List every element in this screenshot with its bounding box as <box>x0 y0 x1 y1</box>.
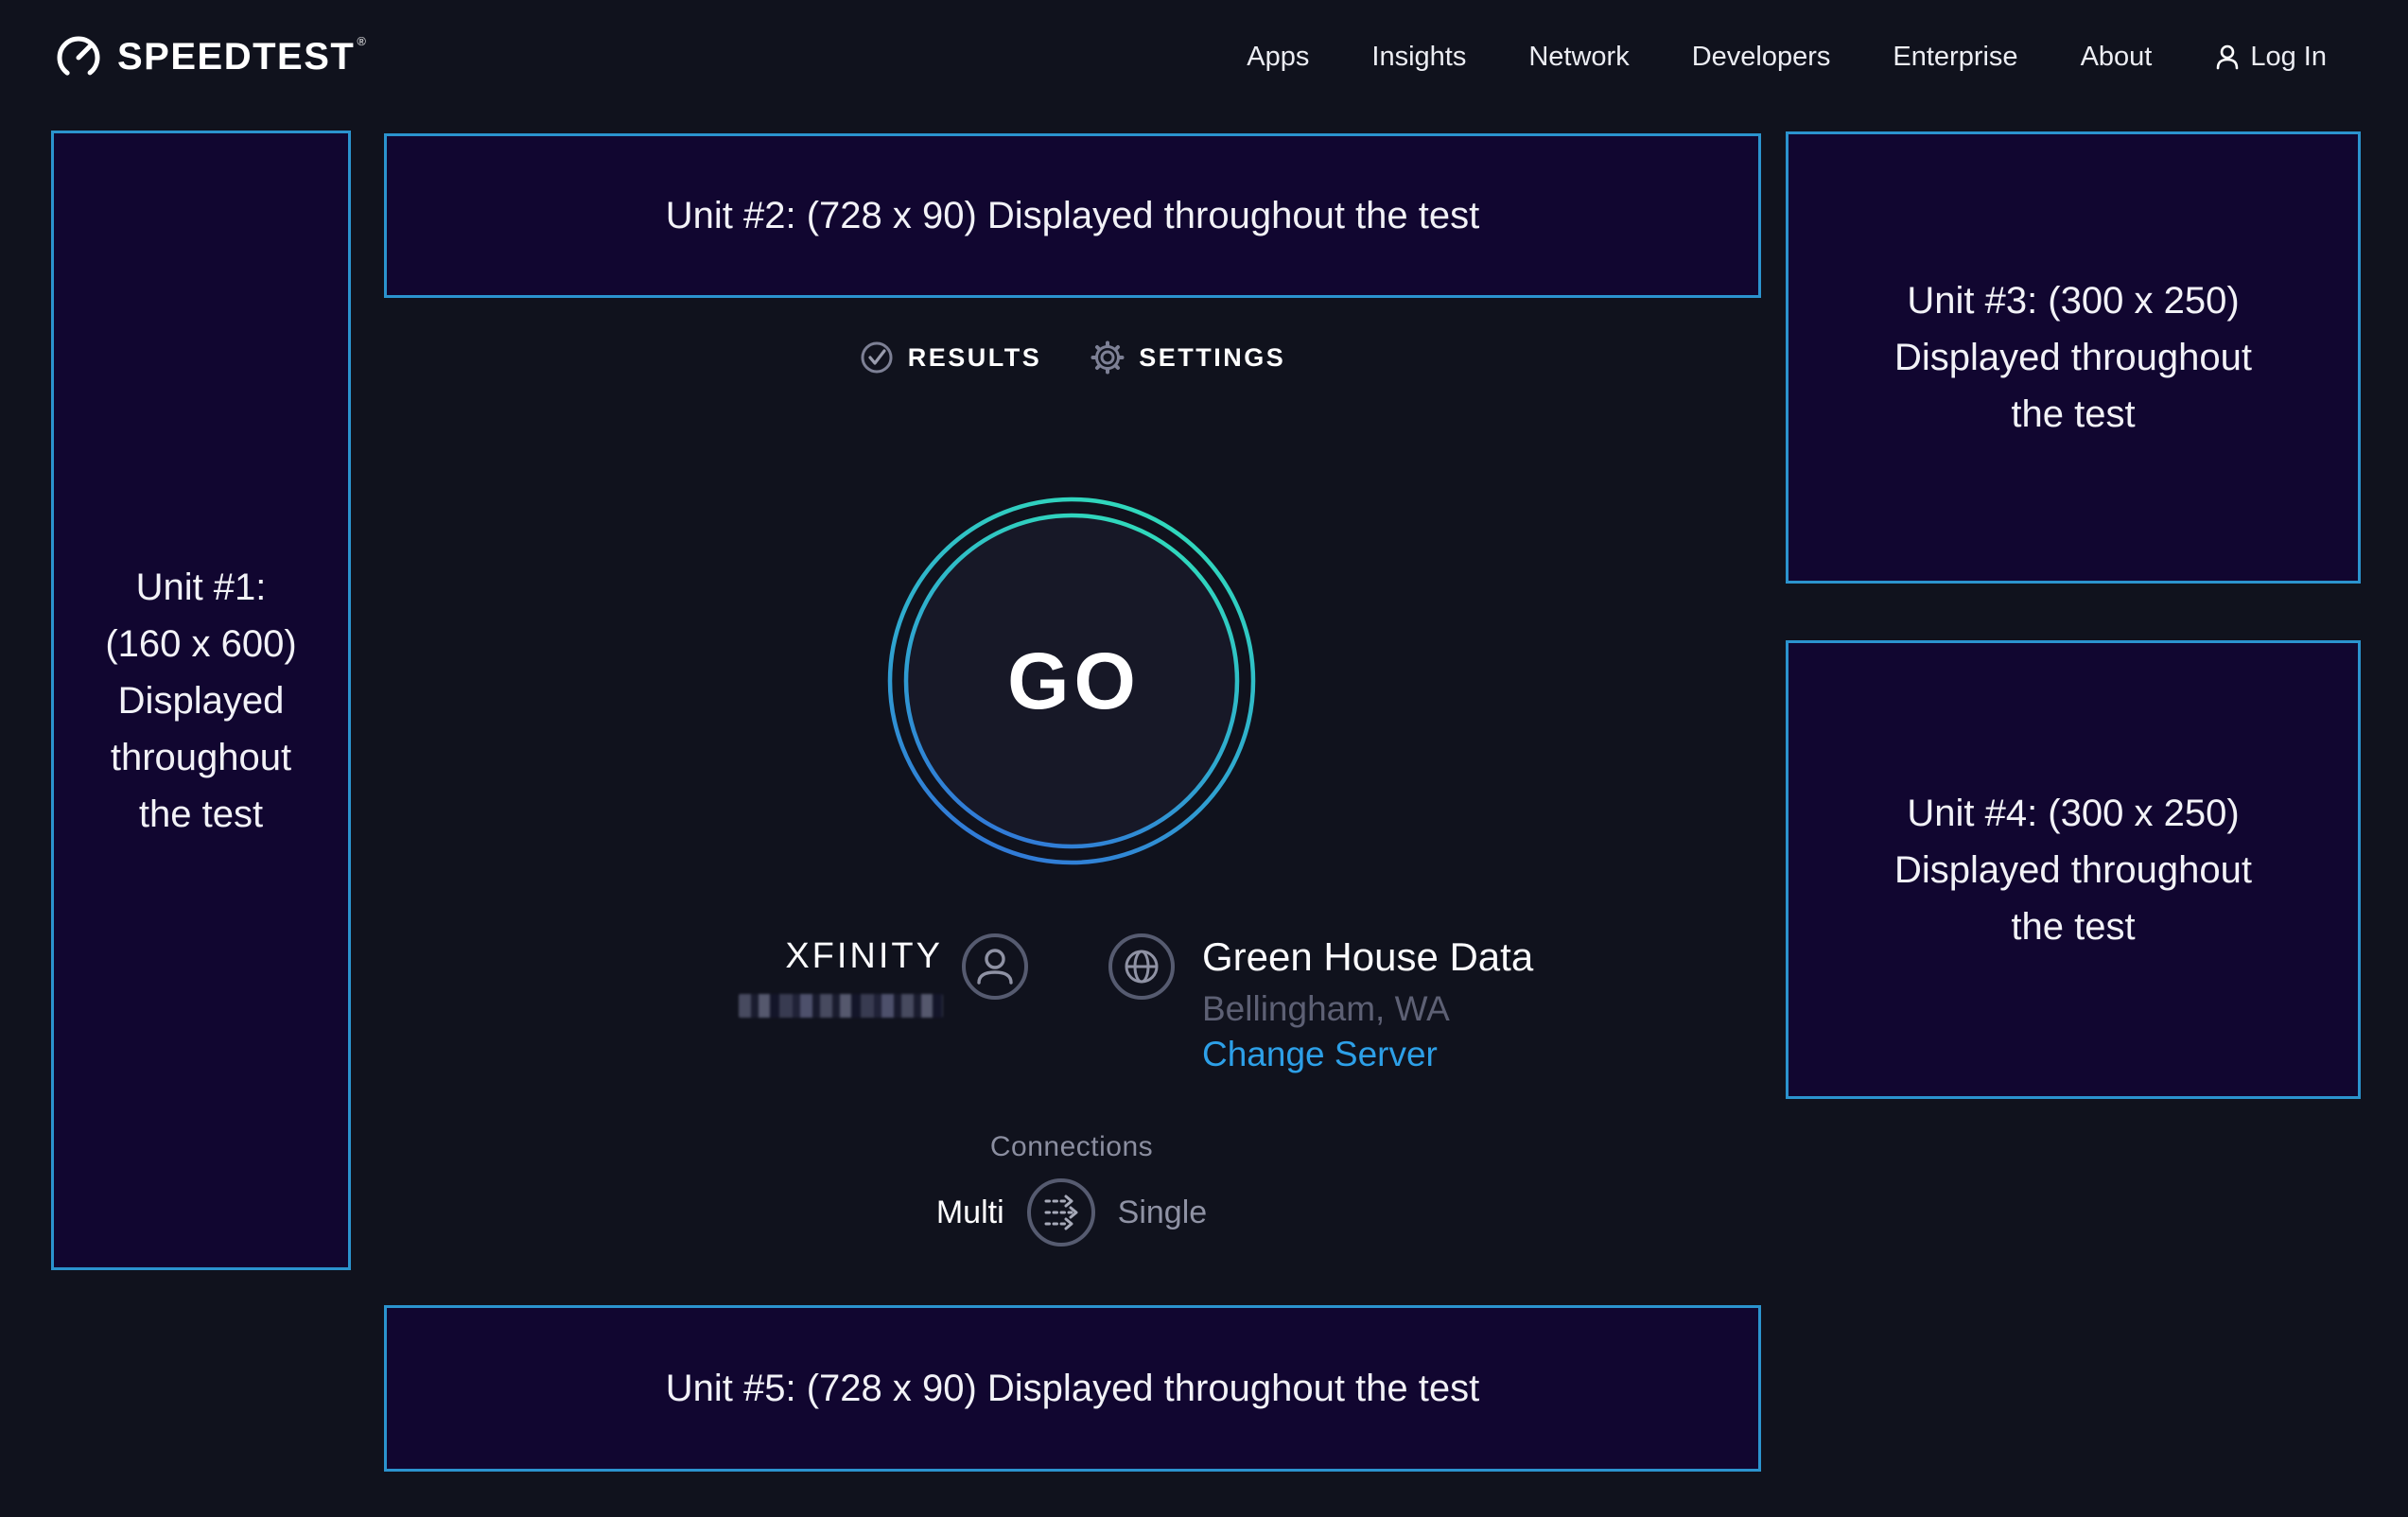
ad-unit-3-text: Unit #3: (300 x 250) Displayed throughou… <box>1894 272 2252 443</box>
ad-unit-1-text: Unit #1: (160 x 600) Displayed throughou… <box>105 559 296 843</box>
go-label: GO <box>887 497 1256 865</box>
ad-unit-5[interactable]: Unit #5: (728 x 90) Displayed throughout… <box>384 1305 1761 1472</box>
brand-name: SPEEDTEST® <box>117 36 365 78</box>
server-globe-circle-icon <box>1108 933 1176 1001</box>
user-icon <box>2214 44 2241 70</box>
ad-unit-3[interactable]: Unit #3: (300 x 250) Displayed throughou… <box>1786 131 2361 584</box>
connections-multi-option[interactable]: Multi <box>936 1194 1004 1231</box>
tab-settings-label: SETTINGS <box>1139 343 1285 373</box>
nav-item-enterprise[interactable]: Enterprise <box>1893 42 2017 73</box>
connections-label: Connections <box>887 1131 1256 1163</box>
nav-item-network[interactable]: Network <box>1528 42 1629 73</box>
nav-item-about[interactable]: About <box>2081 42 2153 73</box>
connections-toggle-row: Multi Single <box>887 1177 1256 1248</box>
login-button[interactable]: Log In <box>2214 42 2327 73</box>
top-nav: SPEEDTEST® Apps Insights Network Develop… <box>0 0 2408 113</box>
gear-icon <box>1091 340 1125 375</box>
isp-user-circle-icon <box>961 933 1029 1001</box>
check-circle-icon <box>860 340 894 375</box>
server-location: Bellingham, WA <box>1202 989 1450 1029</box>
connections-section: Connections Multi Single <box>887 1131 1256 1248</box>
server-name: Green House Data <box>1202 934 1533 980</box>
ad-unit-4-text: Unit #4: (300 x 250) Displayed throughou… <box>1894 785 2252 955</box>
connections-single-option[interactable]: Single <box>1118 1194 1208 1231</box>
tab-results-label: RESULTS <box>908 343 1042 373</box>
connections-toggle-icon[interactable] <box>1025 1177 1097 1248</box>
gauge-icon <box>53 31 104 82</box>
ad-unit-1[interactable]: Unit #1: (160 x 600) Displayed throughou… <box>51 131 351 1270</box>
nav-links: Apps Insights Network Developers Enterpr… <box>1247 42 2327 73</box>
ad-unit-2-text: Unit #2: (728 x 90) Displayed throughout… <box>666 187 1480 244</box>
login-label: Log In <box>2250 42 2327 73</box>
nav-item-developers[interactable]: Developers <box>1692 42 1831 73</box>
tabs-bar: RESULTS <box>384 340 1761 375</box>
isp-name: XFINITY <box>785 936 943 977</box>
tab-settings[interactable]: SETTINGS <box>1091 340 1285 375</box>
redacted-ip-text <box>739 994 943 1018</box>
speedtest-logo[interactable]: SPEEDTEST® <box>53 31 365 82</box>
go-button[interactable]: GO <box>887 497 1256 865</box>
speedtest-page: { "brand": { "name": "SPEEDTEST", "trade… <box>0 0 2408 1517</box>
nav-item-insights[interactable]: Insights <box>1371 42 1466 73</box>
change-server-link[interactable]: Change Server <box>1202 1035 1438 1074</box>
nav-item-apps[interactable]: Apps <box>1247 42 1309 73</box>
ad-unit-5-text: Unit #5: (728 x 90) Displayed throughout… <box>666 1360 1480 1417</box>
ad-unit-4[interactable]: Unit #4: (300 x 250) Displayed throughou… <box>1786 640 2361 1099</box>
trademark-mark: ® <box>357 34 367 48</box>
ad-unit-2[interactable]: Unit #2: (728 x 90) Displayed throughout… <box>384 133 1761 298</box>
tab-results[interactable]: RESULTS <box>860 340 1042 375</box>
